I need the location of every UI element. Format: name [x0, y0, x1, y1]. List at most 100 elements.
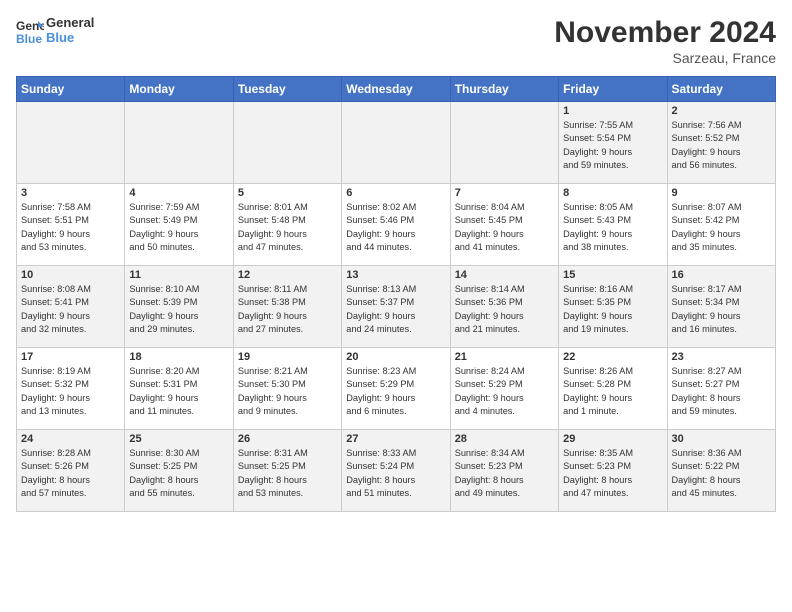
day-number: 9 [672, 187, 771, 199]
day-number: 27 [346, 433, 445, 445]
day-number: 20 [346, 351, 445, 363]
calendar-cell: 16 Sunrise: 8:17 AM Sunset: 5:34 PM Dayli… [667, 266, 775, 348]
logo-icon: General Blue [16, 17, 44, 45]
day-info: Sunrise: 8:17 AM Sunset: 5:34 PM Dayligh… [672, 283, 771, 336]
week-row-4: 24 Sunrise: 8:28 AM Sunset: 5:26 PM Dayli… [17, 430, 776, 512]
header-monday: Monday [125, 77, 233, 102]
day-number: 15 [563, 269, 662, 281]
calendar-cell: 22Sunrise: 8:26 AM Sunset: 5:28 PM Dayli… [559, 348, 667, 430]
day-number: 6 [346, 187, 445, 199]
header-wednesday: Wednesday [342, 77, 450, 102]
day-info: Sunrise: 8:31 AM Sunset: 5:25 PM Dayligh… [238, 447, 337, 500]
calendar-cell: 29 Sunrise: 8:35 AM Sunset: 5:23 PM Dayli… [559, 430, 667, 512]
calendar-cell: 13 Sunrise: 8:13 AM Sunset: 5:37 PM Dayli… [342, 266, 450, 348]
day-number: 26 [238, 433, 337, 445]
header-tuesday: Tuesday [233, 77, 341, 102]
week-row-2: 10 Sunrise: 8:08 AM Sunset: 5:41 PM Dayli… [17, 266, 776, 348]
day-info: Sunrise: 7:55 AM Sunset: 5:54 PM Dayligh… [563, 119, 662, 172]
logo: General Blue General Blue [16, 16, 94, 46]
day-info: Sunrise: 8:01 AM Sunset: 5:48 PM Dayligh… [238, 201, 337, 254]
day-info: Sunrise: 8:30 AM Sunset: 5:25 PM Dayligh… [129, 447, 228, 500]
day-info: Sunrise: 8:07 AM Sunset: 5:42 PM Dayligh… [672, 201, 771, 254]
day-info: Sunrise: 8:16 AM Sunset: 5:35 PM Dayligh… [563, 283, 662, 336]
day-info: Sunrise: 8:33 AM Sunset: 5:24 PM Dayligh… [346, 447, 445, 500]
day-number: 25 [129, 433, 228, 445]
calendar-cell: 11 Sunrise: 8:10 AM Sunset: 5:39 PM Dayli… [125, 266, 233, 348]
day-info: Sunrise: 8:27 AM Sunset: 5:27 PM Dayligh… [672, 365, 771, 418]
calendar-table: SundayMondayTuesdayWednesdayThursdayFrid… [16, 76, 776, 512]
week-row-3: 17 Sunrise: 8:19 AM Sunset: 5:32 PM Dayli… [17, 348, 776, 430]
week-row-1: 3 Sunrise: 7:58 AM Sunset: 5:51 PM Daylig… [17, 184, 776, 266]
day-number: 24 [21, 433, 120, 445]
day-number: 4 [129, 187, 228, 199]
day-info: Sunrise: 8:05 AM Sunset: 5:43 PM Dayligh… [563, 201, 662, 254]
day-number: 5 [238, 187, 337, 199]
day-info: Sunrise: 7:59 AM Sunset: 5:49 PM Dayligh… [129, 201, 228, 254]
calendar-cell: 1 Sunrise: 7:55 AM Sunset: 5:54 PM Daylig… [559, 102, 667, 184]
day-info: Sunrise: 8:10 AM Sunset: 5:39 PM Dayligh… [129, 283, 228, 336]
calendar-cell: 9 Sunrise: 8:07 AM Sunset: 5:42 PM Daylig… [667, 184, 775, 266]
calendar-cell: 14 Sunrise: 8:14 AM Sunset: 5:36 PM Dayli… [450, 266, 558, 348]
page: General Blue General Blue November 2024 … [0, 0, 792, 612]
day-info: Sunrise: 8:11 AM Sunset: 5:38 PM Dayligh… [238, 283, 337, 336]
calendar-cell: 17 Sunrise: 8:19 AM Sunset: 5:32 PM Dayli… [17, 348, 125, 430]
svg-text:Blue: Blue [16, 32, 42, 45]
calendar-cell: 7Sunrise: 8:04 AM Sunset: 5:45 PM Daylig… [450, 184, 558, 266]
day-info: Sunrise: 8:26 AM Sunset: 5:28 PM Dayligh… [563, 365, 662, 418]
day-number: 13 [346, 269, 445, 281]
day-info: Sunrise: 8:13 AM Sunset: 5:37 PM Dayligh… [346, 283, 445, 336]
day-number: 11 [129, 269, 228, 281]
calendar-cell [17, 102, 125, 184]
day-info: Sunrise: 8:14 AM Sunset: 5:36 PM Dayligh… [455, 283, 554, 336]
day-info: Sunrise: 8:19 AM Sunset: 5:32 PM Dayligh… [21, 365, 120, 418]
calendar-cell: 15 Sunrise: 8:16 AM Sunset: 5:35 PM Dayli… [559, 266, 667, 348]
calendar-cell: 19 Sunrise: 8:21 AM Sunset: 5:30 PM Dayli… [233, 348, 341, 430]
day-info: Sunrise: 8:08 AM Sunset: 5:41 PM Dayligh… [21, 283, 120, 336]
day-number: 29 [563, 433, 662, 445]
calendar-cell: 26 Sunrise: 8:31 AM Sunset: 5:25 PM Dayli… [233, 430, 341, 512]
day-info: Sunrise: 7:58 AM Sunset: 5:51 PM Dayligh… [21, 201, 120, 254]
day-number: 16 [672, 269, 771, 281]
day-info: Sunrise: 8:21 AM Sunset: 5:30 PM Dayligh… [238, 365, 337, 418]
calendar-cell: 27 Sunrise: 8:33 AM Sunset: 5:24 PM Dayli… [342, 430, 450, 512]
day-info: Sunrise: 8:02 AM Sunset: 5:46 PM Dayligh… [346, 201, 445, 254]
calendar-cell: 28Sunrise: 8:34 AM Sunset: 5:23 PM Dayli… [450, 430, 558, 512]
week-row-0: 1 Sunrise: 7:55 AM Sunset: 5:54 PM Daylig… [17, 102, 776, 184]
day-number: 14 [455, 269, 554, 281]
day-number: 17 [21, 351, 120, 363]
logo-general: General [46, 16, 94, 31]
day-number: 10 [21, 269, 120, 281]
header: General Blue General Blue November 2024 … [16, 16, 776, 66]
calendar-cell: 24 Sunrise: 8:28 AM Sunset: 5:26 PM Dayli… [17, 430, 125, 512]
calendar-cell [125, 102, 233, 184]
calendar-cell: 23Sunrise: 8:27 AM Sunset: 5:27 PM Dayli… [667, 348, 775, 430]
calendar-cell: 2Sunrise: 7:56 AM Sunset: 5:52 PM Daylig… [667, 102, 775, 184]
calendar-cell: 30Sunrise: 8:36 AM Sunset: 5:22 PM Dayli… [667, 430, 775, 512]
calendar-cell: 4 Sunrise: 7:59 AM Sunset: 5:49 PM Daylig… [125, 184, 233, 266]
day-number: 8 [563, 187, 662, 199]
calendar-cell: 6 Sunrise: 8:02 AM Sunset: 5:46 PM Daylig… [342, 184, 450, 266]
calendar-cell: 12Sunrise: 8:11 AM Sunset: 5:38 PM Dayli… [233, 266, 341, 348]
day-number: 3 [21, 187, 120, 199]
calendar-cell: 21Sunrise: 8:24 AM Sunset: 5:29 PM Dayli… [450, 348, 558, 430]
day-number: 1 [563, 105, 662, 117]
day-number: 30 [672, 433, 771, 445]
calendar-cell: 25 Sunrise: 8:30 AM Sunset: 5:25 PM Dayli… [125, 430, 233, 512]
calendar-cell: 5 Sunrise: 8:01 AM Sunset: 5:48 PM Daylig… [233, 184, 341, 266]
title-block: November 2024 Sarzeau, France [554, 16, 776, 66]
header-friday: Friday [559, 77, 667, 102]
day-number: 19 [238, 351, 337, 363]
day-info: Sunrise: 8:23 AM Sunset: 5:29 PM Dayligh… [346, 365, 445, 418]
calendar-cell: 8 Sunrise: 8:05 AM Sunset: 5:43 PM Daylig… [559, 184, 667, 266]
day-info: Sunrise: 8:28 AM Sunset: 5:26 PM Dayligh… [21, 447, 120, 500]
day-number: 18 [129, 351, 228, 363]
calendar-cell: 20 Sunrise: 8:23 AM Sunset: 5:29 PM Dayli… [342, 348, 450, 430]
header-sunday: Sunday [17, 77, 125, 102]
day-info: Sunrise: 8:35 AM Sunset: 5:23 PM Dayligh… [563, 447, 662, 500]
calendar-cell: 10 Sunrise: 8:08 AM Sunset: 5:41 PM Dayli… [17, 266, 125, 348]
day-number: 7 [455, 187, 554, 199]
logo-blue: Blue [46, 31, 94, 46]
calendar-cell [450, 102, 558, 184]
subtitle: Sarzeau, France [554, 50, 776, 66]
month-title: November 2024 [554, 16, 776, 50]
